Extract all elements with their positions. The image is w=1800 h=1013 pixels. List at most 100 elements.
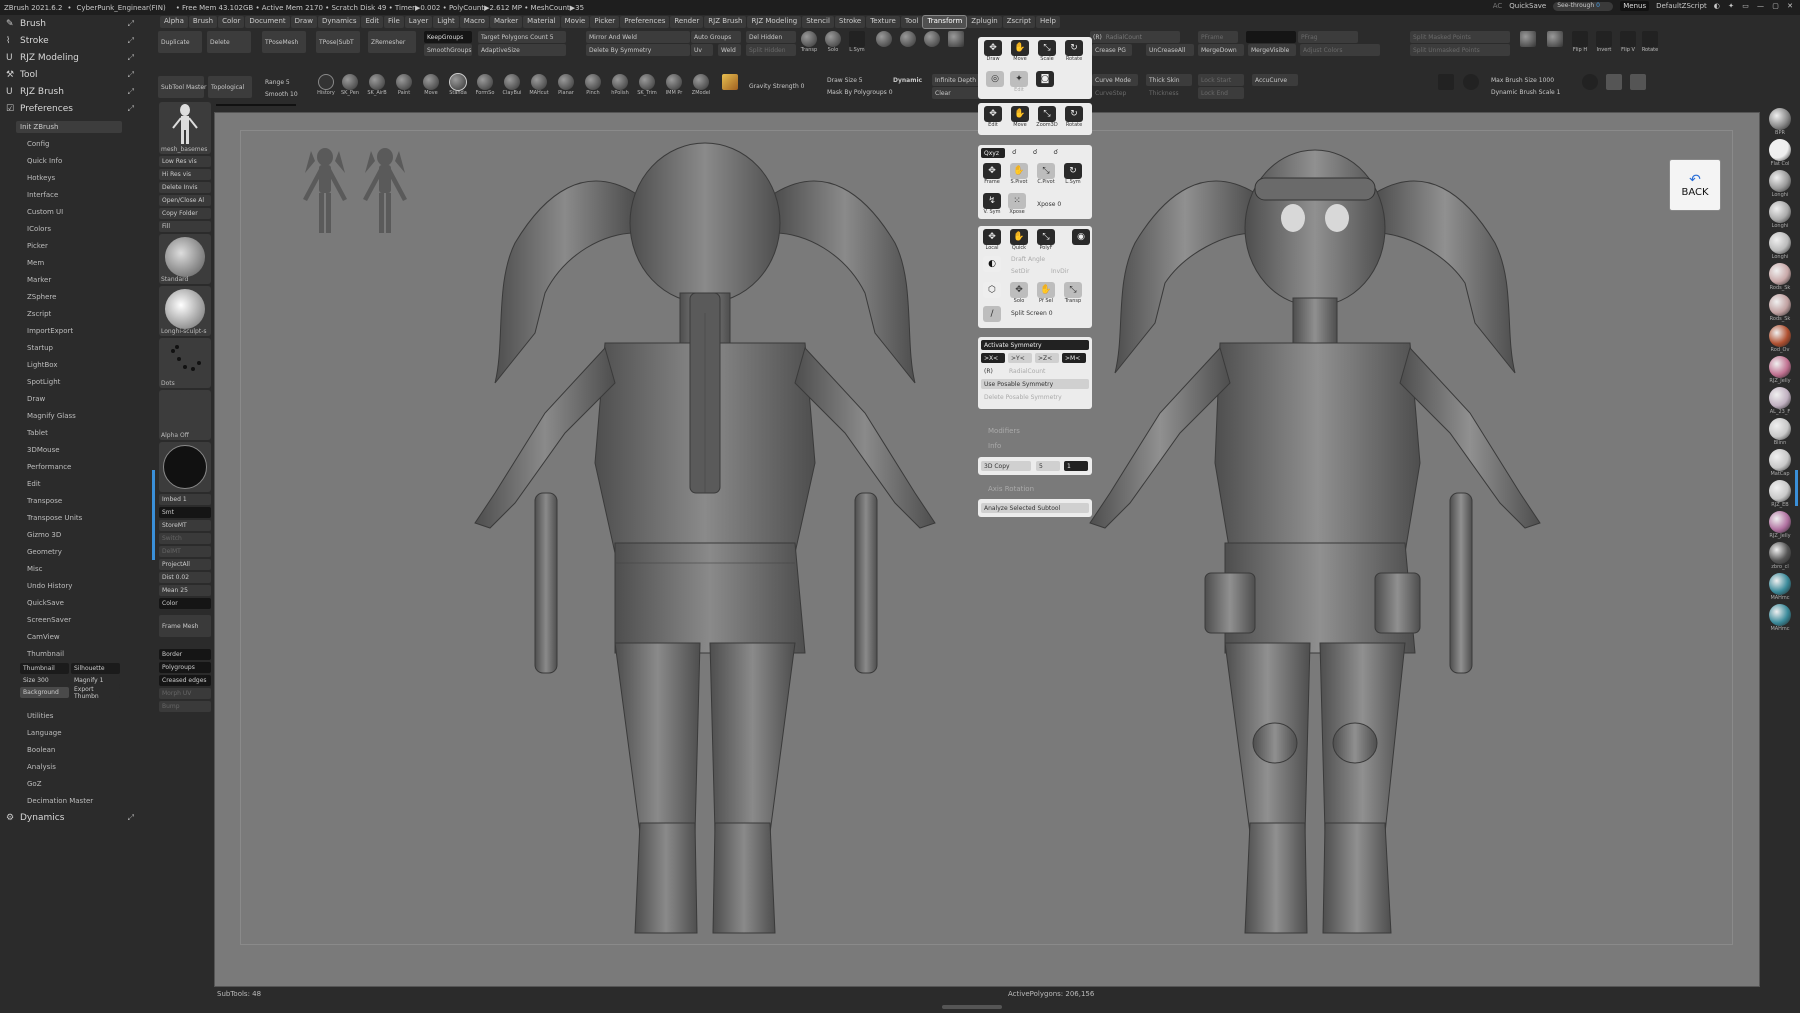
tool-open-close-al-button[interactable]: Open/Close Al — [159, 195, 211, 206]
material-longhi-icon[interactable] — [1769, 232, 1791, 254]
brush-sk-airb[interactable]: SK_AirB — [367, 74, 387, 98]
tool-color[interactable]: Color — [159, 598, 211, 609]
transform-zoom3d-button[interactable]: ⤡ Zoom3D — [1036, 106, 1058, 130]
tray-header-rjz-brush[interactable]: U RJZ Brush ⤢ — [0, 83, 140, 100]
yin-yang-icon[interactable] — [1580, 74, 1600, 98]
thumb-longhi-sculpt-s[interactable]: Longhi-sculpt-s — [159, 286, 211, 336]
mirror-and-weld-button[interactable]: Mirror And Weld — [586, 31, 690, 43]
tool-projectall[interactable]: ProjectAll — [159, 559, 211, 570]
line-icon[interactable] — [1604, 74, 1624, 98]
thumbnail-button[interactable]: Thumbnail — [20, 663, 69, 674]
transform-pf-sel-button[interactable]: ✋ Pf Sel — [1035, 282, 1057, 306]
pref-edit[interactable]: Edit — [0, 475, 140, 492]
transform-polyf-button[interactable]: ⤡ PolyF — [1035, 229, 1057, 253]
symmetry-axis-m-button[interactable]: >M< — [1062, 353, 1086, 363]
pref-decimation-master[interactable]: Decimation Master — [0, 792, 140, 809]
pin-icon[interactable]: ⤢ — [128, 36, 134, 46]
menu-preferences[interactable]: Preferences — [620, 16, 670, 28]
radial-count-slider[interactable]: (R) RadialCount — [1090, 31, 1180, 43]
menu-edit[interactable]: Edit — [361, 16, 384, 28]
transform-s-pivot-button[interactable]: ✋ S.Pivot — [1008, 163, 1030, 187]
menu-light[interactable]: Light — [433, 16, 459, 28]
menu-stencil[interactable]: Stencil — [802, 16, 834, 28]
pref-undo-history[interactable]: Undo History — [0, 577, 140, 594]
material-zbro-cl-icon[interactable] — [1769, 542, 1791, 564]
target-polygons-slider[interactable]: Target Polygons Count 5 — [478, 31, 566, 43]
curvestep-slider[interactable]: CurveStep — [1092, 87, 1138, 99]
pin-icon[interactable]: ⤢ — [128, 87, 134, 97]
pref-zscript[interactable]: Zscript — [0, 305, 140, 322]
edit-dim-icon[interactable]: ✦ Edit — [1008, 71, 1030, 95]
history-button[interactable]: History — [316, 74, 336, 98]
range-slider[interactable]: Range 5 — [262, 76, 302, 88]
tool-hi-res-vis-button[interactable]: Hi Res vis — [159, 169, 211, 180]
menu-rjz-brush[interactable]: RJZ Brush — [704, 16, 747, 28]
vsym-button[interactable]: ↯ V. Sym — [981, 193, 1003, 217]
flip-v-button[interactable]: Flip V — [1618, 31, 1638, 55]
solo-button[interactable]: Solo — [823, 31, 843, 55]
radialcount-slider[interactable]: RadialCount — [1006, 366, 1086, 376]
tool-morph-uv[interactable]: Morph UV — [159, 688, 211, 699]
smoothgroups-button[interactable]: SmoothGroups — [424, 44, 472, 56]
pref-quicksave[interactable]: QuickSave — [0, 594, 140, 611]
pref-boolean[interactable]: Boolean — [0, 741, 140, 758]
back-button[interactable]: ↶ BACK — [1669, 159, 1721, 211]
brush-standa[interactable]: Standa — [448, 73, 468, 98]
brush-imm-pr[interactable]: IMM Pr — [664, 74, 684, 98]
menu-stroke[interactable]: Stroke — [834, 16, 866, 28]
delete-button[interactable]: Delete — [207, 31, 251, 53]
invdir-button[interactable]: InvDir — [1048, 266, 1086, 276]
brush-sk-pen[interactable]: SK_Pen — [340, 74, 360, 98]
material-longhi-icon[interactable] — [1769, 201, 1791, 223]
uv-button[interactable]: Uv — [691, 44, 713, 56]
tray-header-stroke[interactable]: ⌇ Stroke ⤢ — [0, 32, 140, 49]
material-blinn-icon[interactable] — [1769, 418, 1791, 440]
pref-picker[interactable]: Picker — [0, 237, 140, 254]
pref-analysis[interactable]: Analysis — [0, 758, 140, 775]
polyframe-icon[interactable] — [874, 31, 894, 55]
material-matcap-icon[interactable] — [1769, 449, 1791, 471]
del-hidden-button[interactable]: Del Hidden — [746, 31, 796, 43]
symmetry-axis-y-button[interactable]: >Y< — [1008, 353, 1032, 363]
menu-tool[interactable]: Tool — [900, 16, 923, 28]
tool-creased-edges[interactable]: Creased edges — [159, 675, 211, 686]
mesh-thumbnail[interactable]: mesh_basemes — [159, 102, 211, 154]
pref-config[interactable]: Config — [0, 135, 140, 152]
pref-zsphere[interactable]: ZSphere — [0, 288, 140, 305]
pref-quick-info[interactable]: Quick Info — [0, 152, 140, 169]
dynamics-header[interactable]: ⚙ Dynamics ⤢ — [0, 809, 140, 826]
auto-groups-button[interactable]: Auto Groups — [691, 31, 741, 43]
edit-mode-icon[interactable]: ◎ — [984, 71, 1006, 95]
split-screen-slider[interactable]: Split Screen 0 — [1008, 308, 1086, 318]
thumb-alpha-off[interactable]: Alpha Off — [159, 390, 211, 440]
thumb-dots[interactable]: Dots — [159, 338, 211, 388]
material-rods-sk-icon[interactable] — [1769, 294, 1791, 316]
transform-scale-button[interactable]: ⤡ Scale — [1036, 40, 1058, 64]
xpose-slider[interactable]: Xpose 0 — [1034, 199, 1084, 209]
keepgroups-button[interactable]: KeepGroups — [424, 31, 472, 43]
material-flat-col-icon[interactable] — [1769, 139, 1791, 161]
pframe-value[interactable] — [1246, 31, 1296, 43]
brush-paint[interactable]: Paint — [394, 74, 414, 98]
tool-low-res-vis-button[interactable]: Low Res vis — [159, 156, 211, 167]
transp-button[interactable]: Transp — [799, 31, 819, 55]
gravity-strength-slider[interactable]: Gravity Strength 0 — [746, 80, 812, 92]
thickness-slider[interactable]: Thickness — [1146, 87, 1192, 99]
material-rjz-jelly-icon[interactable] — [1769, 511, 1791, 533]
floor-grid-icon[interactable]: ◉ — [1070, 229, 1092, 253]
lazymouse-icon[interactable] — [1461, 74, 1481, 98]
pref-transpose-units[interactable]: Transpose Units — [0, 509, 140, 526]
magnify-slider[interactable]: Magnify 1 — [71, 675, 120, 686]
stager-icon[interactable] — [1518, 31, 1538, 55]
accucurve-button[interactable]: AccuCurve — [1252, 74, 1298, 86]
menus-toggle[interactable]: Menus — [1620, 1, 1650, 11]
menu-help[interactable]: Help — [1036, 16, 1061, 28]
pref-startup[interactable]: Startup — [0, 339, 140, 356]
menu-texture[interactable]: Texture — [866, 16, 900, 28]
max-brush-size-slider[interactable]: Max Brush Size 1000 — [1488, 74, 1568, 86]
left-scroll-indicator[interactable] — [152, 470, 155, 560]
menu-layer[interactable]: Layer — [404, 16, 433, 28]
render-sphere-icon[interactable] — [898, 31, 918, 55]
3d-copy-count[interactable]: 5 — [1036, 461, 1060, 471]
symmetry-axis-x-button[interactable]: >X< — [981, 353, 1005, 363]
